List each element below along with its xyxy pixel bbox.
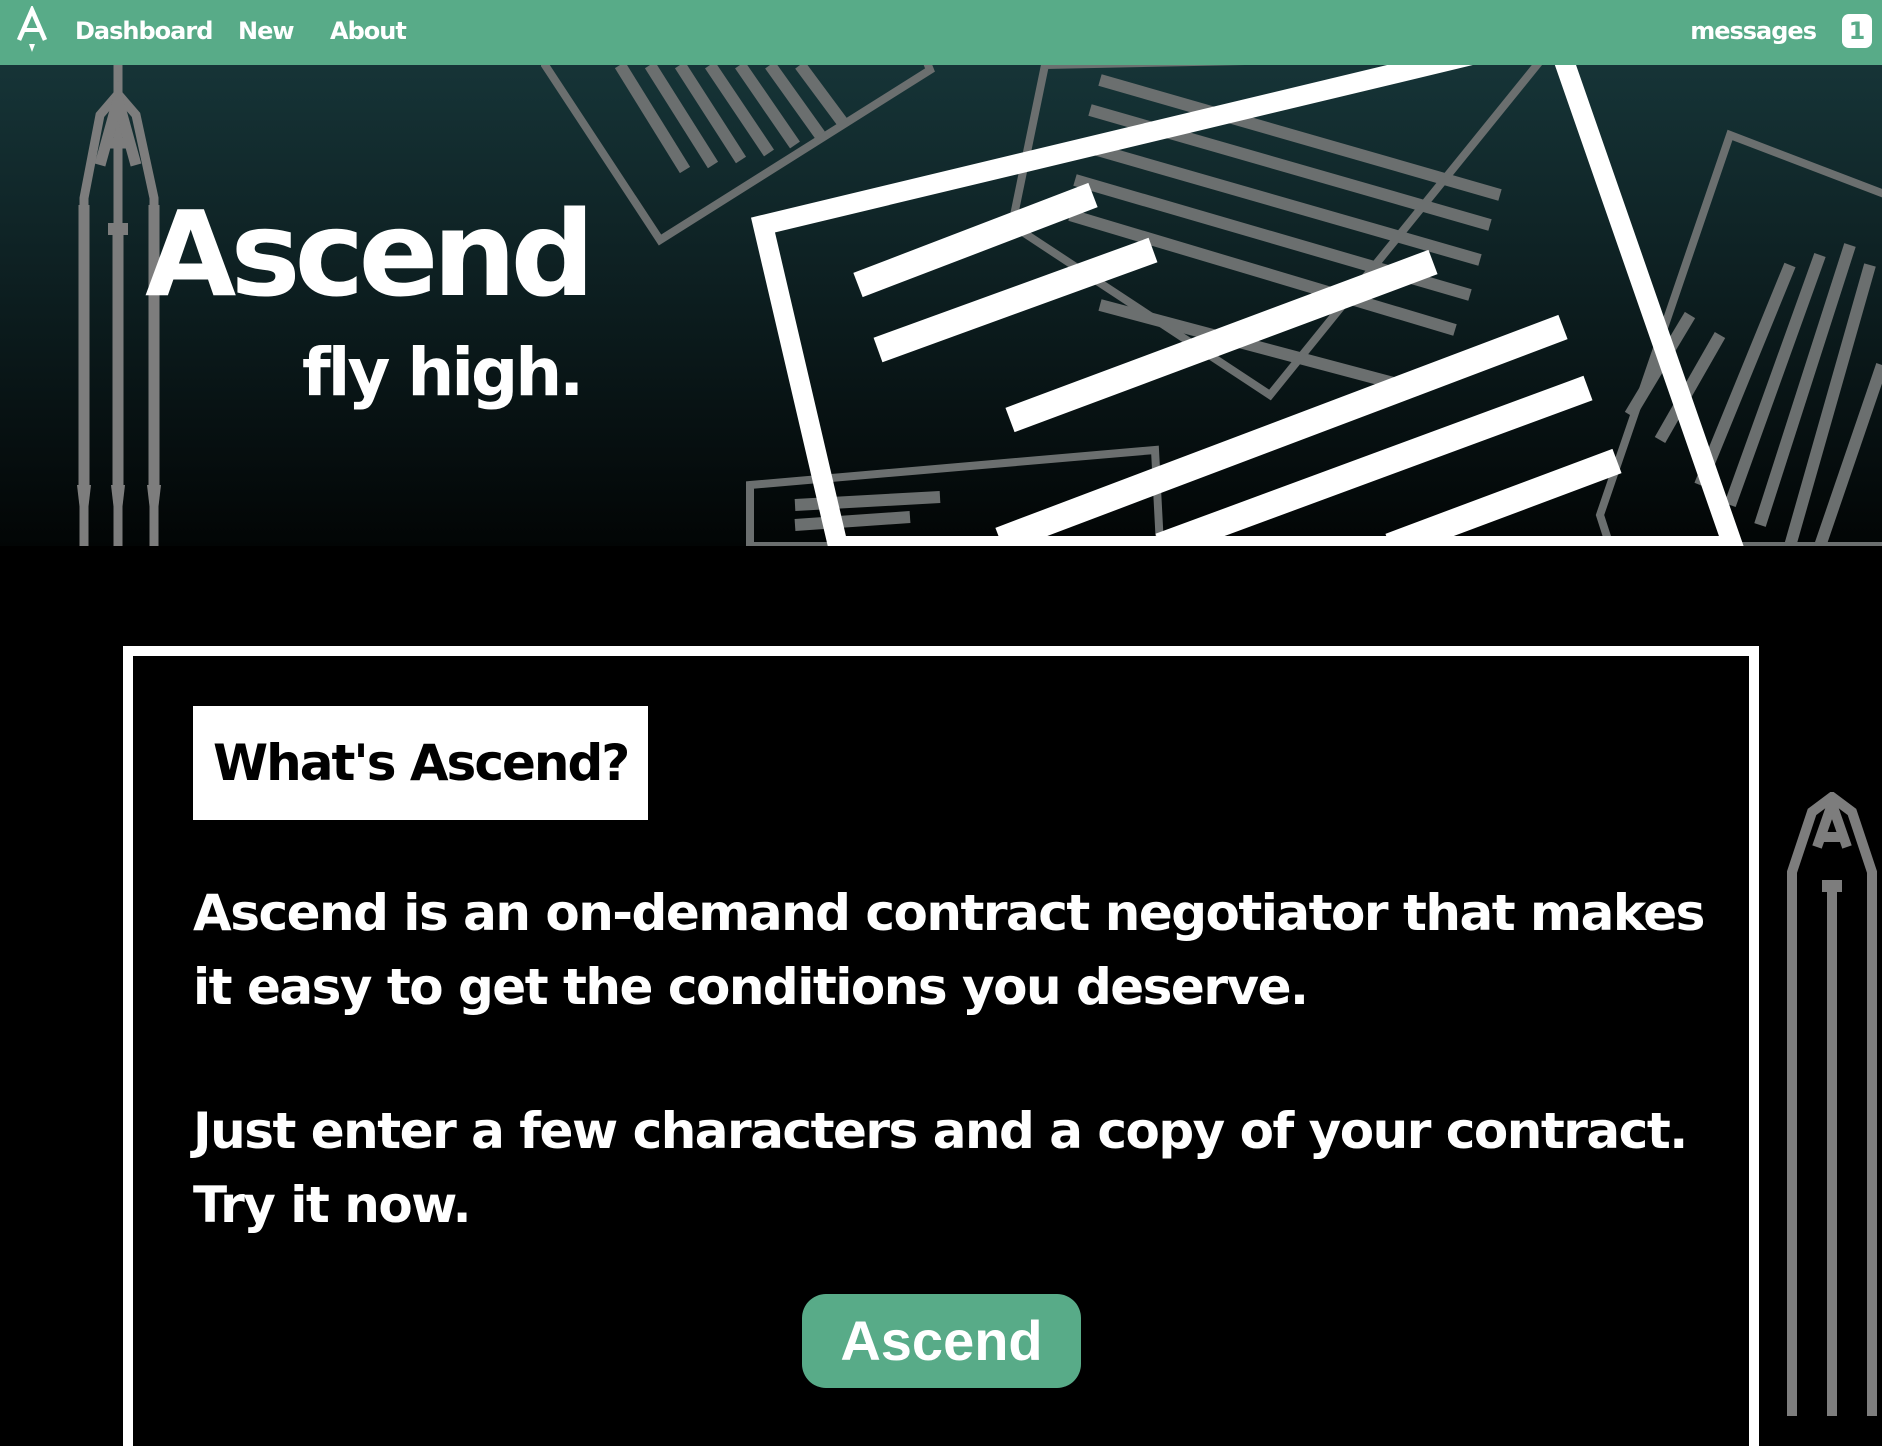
ascend-logo-icon[interactable] [14,6,50,56]
pencil-icon [1787,792,1877,1416]
about-heading: What's Ascend? [193,706,649,820]
nav-link-messages[interactable]: messages [1690,0,1817,65]
nav-link-new[interactable]: New [238,0,295,65]
nav-link-dashboard[interactable]: Dashboard [75,0,213,65]
about-panel: What's Ascend? Ascend is an on-demand co… [123,646,1759,1446]
messages-count-badge[interactable]: 1 [1842,14,1872,48]
ascend-cta-button[interactable]: Ascend [802,1294,1081,1388]
hero-title: Ascend [145,185,595,323]
about-paragraph-1: Ascend is an on-demand contract negotiat… [193,884,1705,1016]
hero-banner: Ascend fly high. [0,65,1882,546]
nav-link-about[interactable]: About [330,0,407,65]
about-paragraph-2: Just enter a few characters and a copy o… [193,1102,1688,1234]
top-navbar: Dashboard New About messages 1 [0,0,1882,65]
hero-tagline: fly high. [302,334,584,411]
